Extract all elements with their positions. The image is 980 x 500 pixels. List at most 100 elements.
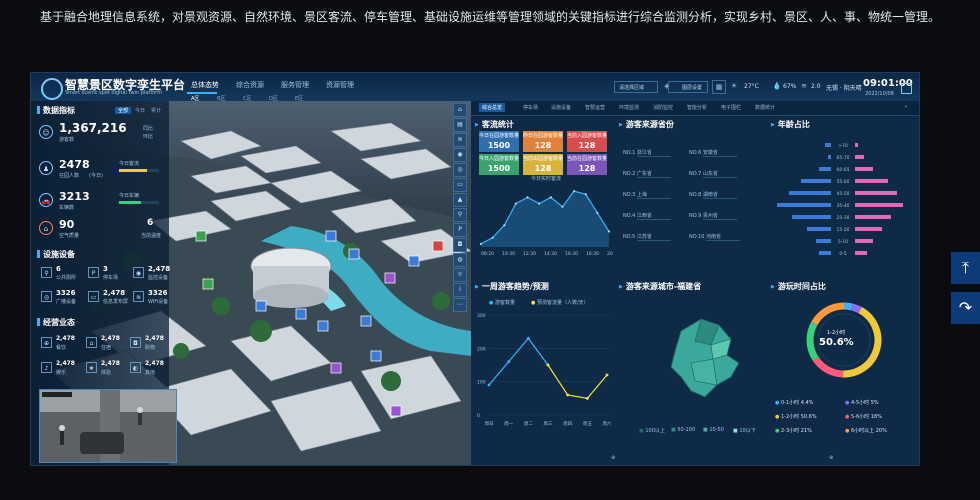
origin-rank: NO.5: [623, 234, 637, 240]
rtab-facilities[interactable]: 设施设备: [551, 104, 571, 111]
rtab-parking[interactable]: 停车场: [523, 104, 538, 111]
tool-home-icon[interactable]: ⌂: [453, 103, 467, 117]
share-button[interactable]: ↷: [951, 292, 980, 324]
origin-name: 广东省: [636, 170, 671, 178]
in-park-count: 2478: [59, 158, 90, 171]
business-title: 经营业态: [37, 317, 75, 328]
flow-box: 昨日在园游客数量 128: [523, 131, 563, 152]
stay-legend-value: 18%: [870, 414, 882, 420]
stay-legend-item: ● 1-2小时 50.6%: [775, 413, 817, 420]
grid-icon[interactable]: ▦: [712, 80, 726, 94]
experience-label: 体验: [101, 370, 112, 376]
in-park-pct: (今日): [89, 173, 103, 179]
other-label: 其他: [145, 370, 156, 376]
tool-sensor-icon[interactable]: ◍: [453, 253, 467, 267]
rtab-stats[interactable]: 数据统计: [755, 104, 775, 111]
rtab-fire[interactable]: 消防监控: [653, 104, 673, 111]
metrics-tab-all[interactable]: 全部: [115, 107, 132, 114]
nav-tab-services[interactable]: 服务管理: [281, 80, 309, 90]
tool-parking-icon[interactable]: P: [453, 223, 467, 237]
camera-video-feed[interactable]: [39, 389, 177, 463]
layer-config-label: 图层设置: [682, 85, 703, 91]
tool-light-icon[interactable]: ☼: [453, 268, 467, 282]
age-bar-male: [816, 239, 831, 243]
metrics-tab-total[interactable]: 累计: [151, 107, 161, 114]
origin-rank: NO.2: [623, 171, 637, 177]
donut-slice: [850, 303, 862, 314]
age-bar-female: [855, 167, 873, 171]
age-bar-female: [855, 143, 858, 147]
age-bar-female: [855, 239, 873, 243]
flow-x-tick: 20:30: [607, 251, 613, 257]
tool-shop-icon[interactable]: ◘: [453, 238, 467, 252]
layer-config-button[interactable]: 图层设置: [668, 81, 708, 93]
broadcast-count: 3326: [56, 289, 76, 297]
origin-item: NO.6 安徽省: [689, 149, 737, 157]
toilet-label: 公共厕所: [56, 275, 77, 281]
flow-x-tick: 18:30: [586, 251, 599, 257]
wifi-icon: ≋: [133, 291, 144, 302]
flow-x-tick: 12:30: [523, 251, 536, 257]
week-x-tick: 周五: [583, 421, 592, 427]
stay-legend-item: ● 2-3小时 21%: [775, 427, 812, 434]
rtab-fence[interactable]: 电子围栏: [721, 104, 741, 111]
tool-camera-icon[interactable]: ◉: [453, 148, 467, 162]
stay-legend-label: 4-5小时: [850, 400, 871, 406]
tool-more-icon[interactable]: ⋯: [453, 298, 467, 312]
tool-wifi-icon[interactable]: ≋: [453, 133, 467, 147]
toilet-icon: ⚲: [41, 267, 52, 278]
age-bar-male: [792, 215, 831, 219]
week-x-tick: 周六: [603, 420, 612, 427]
map-tool-strip: ⌂ ▤ ≋ ◉ ◎ ▭ ▲ ⚲ P ◘ ◍ ☼ i ⋯: [453, 103, 467, 323]
city-legend-2-label: 50-100: [677, 427, 696, 433]
age-label: 15-20: [836, 227, 849, 233]
logo-icon: [41, 78, 63, 100]
tool-toilet-icon[interactable]: ⚲: [453, 208, 467, 222]
area-select[interactable]: 请选择区域: [614, 81, 658, 93]
origin-rank: NO.6: [689, 150, 703, 156]
broadcast-icon: ◎: [41, 291, 52, 302]
nav-tab-resource-mgmt[interactable]: 资源管理: [326, 80, 354, 90]
rtab-operation[interactable]: 智慧运营: [585, 104, 605, 111]
flow-box-value: 1500: [487, 164, 511, 173]
flow-point: [561, 205, 564, 208]
dashboard-frame: 智慧景区数字孪生平台 Smart scenic spot digital twi…: [30, 72, 920, 466]
stay-legend-item: ● 0-1小时 4.4%: [775, 399, 813, 406]
tool-info-icon[interactable]: i: [453, 283, 467, 297]
fullscreen-icon[interactable]: [901, 83, 912, 94]
visitor-icon: ☺: [39, 125, 53, 139]
age-label: 0-5: [839, 251, 846, 257]
age-label: 45-50: [836, 191, 849, 197]
page-caption: 基于融合地理信息系统，对景观资源、自然环境、景区客流、停车管理、基础设施运维等管…: [39, 10, 940, 24]
week-point: [605, 373, 609, 377]
flow-area: [481, 191, 609, 247]
rtab-analysis[interactable]: 智能分析: [687, 104, 707, 111]
metrics-tab-today[interactable]: 今日: [135, 107, 145, 114]
app-subtitle: Smart scenic spot digital twin platform: [65, 90, 162, 96]
rtab-overview[interactable]: 综合总览: [479, 103, 506, 112]
tool-screen-icon[interactable]: ▭: [453, 178, 467, 192]
area-select-label: 请选择区域: [619, 85, 645, 91]
city-legend-1-label: 100以上: [645, 428, 665, 434]
origin-name: 浙江省: [636, 149, 671, 157]
stay-legend-item: ● 5-6小时 18%: [845, 413, 882, 420]
rtab-environment[interactable]: 环境监测: [619, 104, 639, 111]
hotel-count: 2,478: [101, 335, 120, 342]
tool-layer-icon[interactable]: ▤: [453, 118, 467, 132]
tool-fire-icon[interactable]: ▲: [453, 193, 467, 207]
week-x-tick: 周二: [524, 421, 533, 427]
footer-right-mark: ⊕: [829, 455, 834, 461]
dining-icon: ⊕: [41, 337, 52, 348]
nav-tab-resources[interactable]: 综合资源: [236, 80, 264, 90]
origin-item: NO.5 江苏省: [623, 233, 671, 241]
origin-item: NO.1 浙江省: [623, 149, 671, 157]
origin-rank: NO.7: [689, 171, 703, 177]
tool-broadcast-icon[interactable]: ◎: [453, 163, 467, 177]
parking-label: 停车场: [103, 275, 119, 281]
rtab-next-icon[interactable]: ›: [905, 104, 907, 110]
flow-point: [572, 190, 576, 193]
nav-tab-overview[interactable]: 总体态势: [191, 80, 219, 90]
origin-item: NO.9 贵州省: [689, 212, 737, 220]
back-to-top-button[interactable]: ⤒: [951, 252, 980, 284]
flow-box: 当前出园游客数量 128: [523, 154, 563, 175]
